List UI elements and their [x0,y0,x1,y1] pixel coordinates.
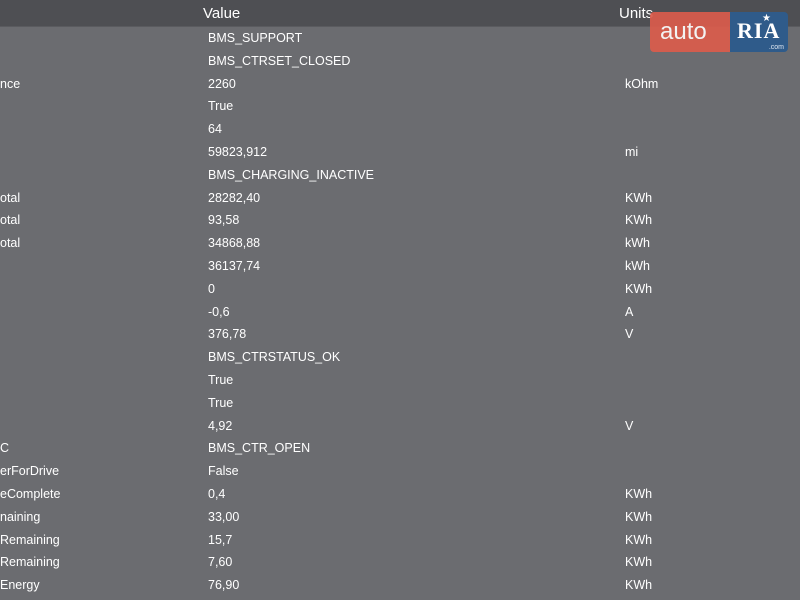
table-row: 4,92 V [0,415,800,438]
table-row: naining 33,00 KWh [0,506,800,529]
row-name-cell: naining [0,506,190,529]
row-unit-cell: kWh [625,258,650,273]
table-row: nce 2260 kOhm [0,73,800,96]
row-value-cell: True [208,395,234,410]
row-name-text: otal [0,236,21,251]
row-value-cell: 76,90 [208,578,240,593]
autoria-logo: auto ★ RIA .com [650,12,790,54]
row-unit-cell: V [625,327,634,342]
table-row: otal 34868,88 kWh [0,232,800,255]
row-value-cell: True [208,99,234,114]
table-row: BMS_CHARGING_INACTIVE [0,164,800,187]
row-value-cell: 64 [208,122,222,137]
row-name-cell: otal [0,209,190,232]
row-unit-cell: KWh [625,509,653,524]
row-unit-cell: KWh [625,578,653,593]
row-value-cell: 93,58 [208,213,240,228]
value-column-header: Value [203,5,241,22]
data-table-body: BMS_SUPPORT BMS_CTRSET_CLOSEDnce 2260 kOhm T… [0,27,800,597]
table-row: 376,78 V [0,323,800,346]
table-row: 59823,912 mi [0,141,800,164]
row-name-text: erForDrive [0,464,60,479]
row-value-cell: 0,4 [208,486,226,501]
row-name-text: eComplete [0,486,61,501]
row-value-cell: 7,60 [208,555,233,570]
row-value-cell: 0 [208,281,215,296]
row-name-cell: Remaining [0,551,190,574]
table-row: 36137,74 kWh [0,255,800,278]
table-row: BMS_CTRSTATUS_OK [0,346,800,369]
row-name-text: otal [0,213,21,228]
row-name-text: C [0,441,10,456]
logo-auto-block: auto [650,12,730,52]
table-row: Remaining 15,7 KWh [0,529,800,552]
row-name-text: otal [0,190,21,205]
row-value-cell: BMS_CTRSTATUS_OK [208,350,341,365]
table-row: True [0,369,800,392]
row-name-cell: C [0,437,190,460]
row-unit-cell: KWh [625,190,653,205]
table-row: -0,6 A [0,301,800,324]
row-name-text: Energy [0,578,40,593]
row-value-cell: BMS_CTRSET_CLOSED [208,53,351,68]
table-row: otal 28282,40 KWh [0,187,800,210]
row-name-text: naining [0,509,41,524]
logo-auto-text: auto [660,18,707,45]
row-name-cell: erForDrive [0,460,190,483]
row-unit-cell: A [625,304,634,319]
table-row: C BMS_CTR_OPEN [0,437,800,460]
row-name-cell: eComplete [0,483,190,506]
row-value-cell: BMS_CHARGING_INACTIVE [208,167,375,182]
row-name-cell: Energy [0,574,190,597]
table-row: True [0,95,800,118]
row-value-cell: BMS_CTR_OPEN [208,441,311,456]
table-row: eComplete 0,4 KWh [0,483,800,506]
units-column-header: Units [619,5,654,22]
row-unit-cell: V [625,418,634,433]
row-unit-cell: KWh [625,486,653,501]
table-row: True [0,392,800,415]
row-value-cell: -0,6 [208,304,230,319]
row-value-cell: 4,92 [208,418,233,433]
table-row: Energy 76,90 KWh [0,574,800,597]
row-value-cell: True [208,372,234,387]
row-unit-cell: KWh [625,281,653,296]
row-value-cell: 376,78 [208,327,247,342]
row-unit-cell: KWh [625,532,653,547]
row-unit-cell: KWh [625,555,653,570]
row-name-text: Remaining [0,555,60,570]
row-value-cell: False [208,464,239,479]
row-name-text: nce [0,76,21,91]
row-value-cell: 59823,912 [208,144,268,159]
logo-ria-block: ★ RIA .com [730,12,788,52]
row-value-cell: 15,7 [208,532,233,547]
row-unit-cell: kWh [625,236,650,251]
row-value-cell: BMS_SUPPORT [208,31,303,45]
table-row: 64 [0,118,800,141]
row-value-cell: 2260 [208,76,236,91]
row-value-cell: 34868,88 [208,236,261,251]
row-name-cell: otal [0,187,190,210]
logo-com-text: .com [768,44,784,51]
table-row: erForDrive False [0,460,800,483]
row-unit-cell: mi [625,144,639,159]
row-name-cell: nce [0,73,190,96]
row-value-cell: 33,00 [208,509,240,524]
row-unit-cell: kOhm [625,76,659,91]
table-row: otal 93,58 KWh [0,209,800,232]
bms-data-page: Value Units BMS_SUPPORT BMS_CTRSET_CLOSED… [0,0,800,600]
row-name-cell: otal [0,232,190,255]
row-value-cell: 36137,74 [208,258,261,273]
row-unit-cell: KWh [625,213,653,228]
table-row: 0 KWh [0,278,800,301]
logo-ria-text: RIA [737,18,781,43]
row-name-cell: Remaining [0,529,190,552]
row-name-text: Remaining [0,532,60,547]
table-row: Remaining 7,60 KWh [0,551,800,574]
row-value-cell: 28282,40 [208,190,261,205]
